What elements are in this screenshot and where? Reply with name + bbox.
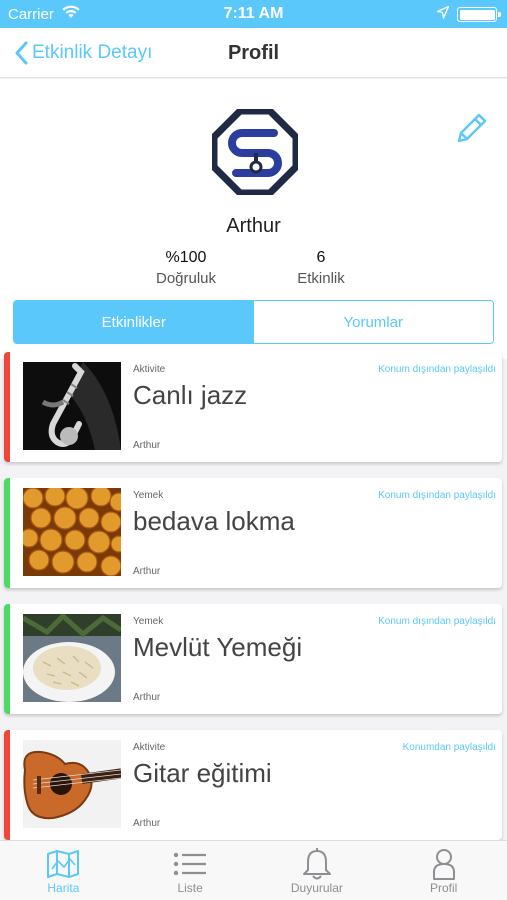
event-author: Arthur xyxy=(133,566,161,577)
event-category: Yemek xyxy=(133,616,164,627)
accuracy-value: %100 xyxy=(165,249,207,266)
map-icon xyxy=(46,847,80,881)
tab-profile[interactable]: Profil xyxy=(380,841,507,900)
category-color-bar xyxy=(4,478,10,588)
accuracy-stat: %100 Doğruluk xyxy=(116,249,256,287)
share-status: Konum dışından paylaşıldı xyxy=(378,490,496,501)
category-color-bar xyxy=(4,604,10,714)
event-count-stat: 6 Etkinlik xyxy=(251,249,391,287)
pilaf-image xyxy=(23,614,121,702)
location-arrow-icon xyxy=(436,5,450,23)
lokma-image xyxy=(23,488,121,576)
battery-fill xyxy=(459,9,495,20)
tab-profile-label: Profil xyxy=(429,881,458,895)
tab-map[interactable]: Harita xyxy=(0,841,127,900)
event-card[interactable]: Yemek Konum dışından paylaşıldı Mevlüt Y… xyxy=(4,604,502,714)
tab-comments[interactable]: Yorumlar xyxy=(253,301,493,343)
tab-map-label: Harita xyxy=(47,881,80,895)
event-author: Arthur xyxy=(133,692,161,703)
status-bar: Carrier 7:11 AM xyxy=(0,0,507,28)
event-author: Arthur xyxy=(133,440,161,451)
pencil-icon xyxy=(457,113,487,143)
back-label: Etkinlik Detayı xyxy=(32,42,153,63)
share-status: Konum dışından paylaşıldı xyxy=(378,616,496,627)
share-status: Konumdan paylaşıldı xyxy=(402,742,496,753)
bottom-tab-bar: Harita Liste Duyurular Profil xyxy=(0,840,507,900)
event-title: bedava lokma xyxy=(133,506,295,536)
chevron-left-icon xyxy=(15,41,28,65)
event-card[interactable]: Aktivite Konumdan paylaşıldı Gitar eğiti… xyxy=(4,730,502,840)
person-icon xyxy=(432,847,456,881)
event-category: Aktivite xyxy=(133,742,166,753)
event-count-label: Etkinlik xyxy=(297,270,345,287)
profile-header: Arthur %100 Doğruluk 6 Etkinlik Etkinlik… xyxy=(0,79,507,359)
event-title: Gitar eğitimi xyxy=(133,758,272,788)
event-count-value: 6 xyxy=(316,249,326,266)
event-title: Canlı jazz xyxy=(133,380,248,410)
event-card[interactable]: Aktivite Konum dışından paylaşıldı Canlı… xyxy=(4,352,502,462)
category-color-bar xyxy=(4,352,10,462)
profile-logo xyxy=(212,109,298,195)
category-color-bar xyxy=(4,730,10,840)
saxophone-image xyxy=(23,362,121,450)
event-category: Yemek xyxy=(133,490,164,501)
segmented-control: Etkinlikler Yorumlar xyxy=(13,300,494,344)
tab-list-label: Liste xyxy=(177,881,203,895)
navigation-bar: Etkinlik Detayı Profil xyxy=(0,28,507,78)
event-author: Arthur xyxy=(133,818,161,829)
event-category: Aktivite xyxy=(133,364,166,375)
tab-list[interactable]: Liste xyxy=(127,841,254,900)
tab-announcements-label: Duyurular xyxy=(290,881,343,895)
event-title: Mevlüt Yemeği xyxy=(133,632,303,662)
edit-profile-button[interactable] xyxy=(453,111,489,152)
share-status: Konum dışından paylaşıldı xyxy=(378,364,496,375)
event-card[interactable]: Yemek Konum dışından paylaşıldı bedava l… xyxy=(4,478,502,588)
back-button[interactable]: Etkinlik Detayı xyxy=(14,38,152,68)
bell-icon xyxy=(302,847,332,881)
tab-announcements[interactable]: Duyurular xyxy=(254,841,381,900)
profile-name: Arthur xyxy=(226,215,281,237)
list-icon xyxy=(173,847,207,881)
accuracy-label: Doğruluk xyxy=(155,270,217,287)
tab-events[interactable]: Etkinlikler xyxy=(14,301,254,343)
clock: 7:11 AM xyxy=(223,5,284,22)
battery-icon xyxy=(457,7,501,22)
guitar-image xyxy=(23,740,121,828)
